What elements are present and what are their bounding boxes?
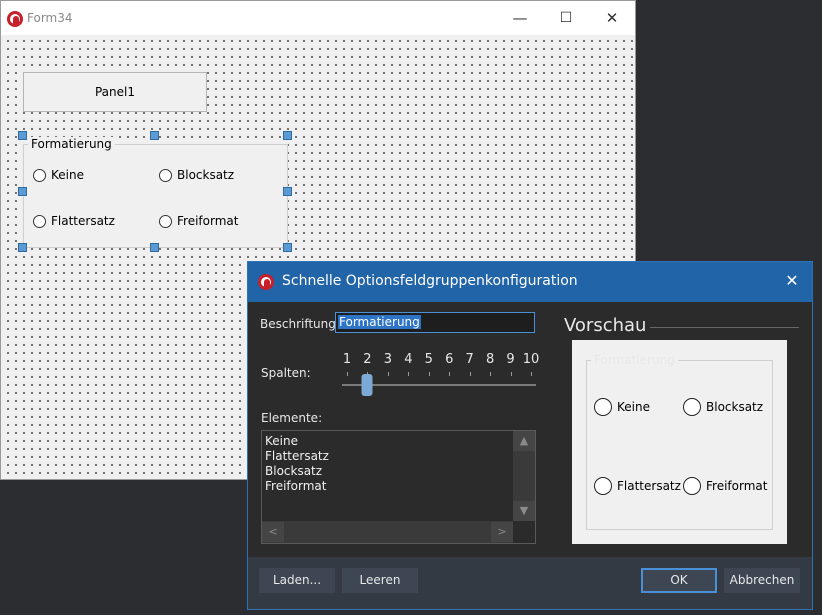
- list-item[interactable]: Keine: [262, 434, 329, 449]
- clear-button[interactable]: Leeren: [342, 568, 418, 593]
- columns-slider-thumb[interactable]: [361, 374, 373, 396]
- columns-scale-number: 2: [363, 352, 372, 367]
- radio-group-formatierung[interactable]: Formatierung Keine Blocksatz Flattersatz…: [23, 137, 288, 248]
- preview-heading: Vorschau: [564, 315, 647, 336]
- columns-tick: [469, 372, 471, 376]
- columns-scale: 1 2 3 4 5 6 7 8 9 10: [342, 352, 539, 368]
- elements-label: Elemente:: [261, 411, 323, 425]
- columns-scale-number: 4: [404, 352, 413, 367]
- resize-handle-bottom-right[interactable]: [283, 243, 292, 252]
- preview-option-freiformat: Freiformat: [683, 477, 767, 495]
- columns-tick: [428, 372, 430, 376]
- resize-handle-right[interactable]: [283, 187, 292, 196]
- cancel-button[interactable]: Abbrechen: [724, 568, 800, 593]
- columns-tick: [510, 372, 512, 376]
- form-titlebar[interactable]: Form34 — ☐ ✕: [1, 1, 635, 35]
- dialog-footer: Laden... Leeren OK Abbrechen: [248, 557, 812, 609]
- radio-label: Keine: [51, 168, 84, 182]
- radio-label: Freiformat: [706, 479, 768, 493]
- columns-scale-number: 6: [445, 352, 454, 367]
- radio-circle-icon: [33, 168, 46, 182]
- resize-handle-bottom-left[interactable]: [18, 243, 27, 252]
- columns-scale-number: 8: [485, 352, 495, 367]
- radio-circle-icon: [594, 398, 612, 416]
- radio-circle-icon: [683, 398, 701, 416]
- app-logo-icon: [7, 11, 23, 27]
- elements-listbox[interactable]: Keine Flattersatz Blocksatz Freiformat ▲…: [261, 430, 536, 544]
- preview-option-flattersatz: Flattersatz: [594, 477, 681, 495]
- caption-input-value: Formatierung: [338, 315, 421, 329]
- radio-circle-icon: [159, 168, 172, 182]
- resize-handle-bottom[interactable]: [150, 243, 159, 252]
- resize-handle-top[interactable]: [150, 131, 159, 140]
- radio-group-config-dialog: Schnelle Optionsfeldgruppenkonfiguration…: [247, 261, 813, 610]
- caption-label: Beschriftung:: [260, 317, 340, 331]
- columns-scale-number: 1: [342, 352, 352, 367]
- list-item[interactable]: Freiformat: [262, 479, 329, 494]
- dialog-titlebar[interactable]: Schnelle Optionsfeldgruppenkonfiguration…: [248, 262, 812, 302]
- dialog-title: Schnelle Optionsfeldgruppenkonfiguration: [282, 273, 578, 289]
- columns-tick: [347, 372, 348, 376]
- columns-tick: [490, 372, 492, 376]
- radio-label: Freiformat: [177, 214, 239, 228]
- caption-input[interactable]: Formatierung: [335, 312, 535, 333]
- columns-scale-number: 7: [465, 352, 474, 367]
- form-title: Form34: [27, 11, 73, 25]
- list-item[interactable]: Flattersatz: [262, 449, 329, 464]
- radio-circle-icon: [33, 214, 46, 228]
- minimize-button[interactable]: —: [497, 1, 543, 35]
- maximize-button[interactable]: ☐: [543, 1, 589, 35]
- panel1[interactable]: Panel1: [23, 72, 207, 112]
- preview-option-keine: Keine: [594, 398, 650, 416]
- list-item[interactable]: Blocksatz: [262, 464, 329, 479]
- columns-tick: [531, 372, 532, 376]
- radio-option-freiformat[interactable]: Freiformat: [159, 214, 238, 228]
- preview-radio-group: Formatierung Keine Blocksatz Flattersatz…: [586, 353, 773, 530]
- scroll-down-icon[interactable]: ▼: [513, 501, 535, 521]
- columns-scale-number: 9: [506, 352, 515, 367]
- vertical-scrollbar[interactable]: ▲ ▼: [513, 431, 535, 521]
- resize-handle-left[interactable]: [18, 187, 27, 196]
- radio-circle-icon: [159, 214, 172, 228]
- preview-divider: [650, 327, 799, 328]
- columns-scale-number: 5: [424, 352, 433, 367]
- scroll-up-icon[interactable]: ▲: [513, 431, 535, 451]
- radio-circle-icon: [594, 477, 612, 495]
- preview-option-blocksatz: Blocksatz: [683, 398, 763, 416]
- radio-option-flattersatz[interactable]: Flattersatz: [33, 214, 115, 228]
- radio-option-blocksatz[interactable]: Blocksatz: [159, 168, 234, 182]
- app-logo-icon: [258, 274, 274, 290]
- scroll-left-icon[interactable]: <: [262, 522, 284, 542]
- preview-panel: Formatierung Keine Blocksatz Flattersatz…: [572, 340, 787, 544]
- columns-tick: [387, 372, 389, 376]
- columns-tick: [449, 372, 451, 376]
- radio-label: Flattersatz: [51, 214, 115, 228]
- columns-tick: [408, 372, 410, 376]
- radio-label: Blocksatz: [706, 400, 764, 414]
- group-caption: Formatierung: [28, 137, 115, 151]
- dialog-close-button[interactable]: ✕: [772, 262, 812, 302]
- radio-label: Blocksatz: [177, 168, 235, 182]
- resize-handle-top-right[interactable]: [283, 131, 292, 140]
- columns-scale-number: 10: [522, 352, 540, 367]
- radio-label: Keine: [617, 400, 650, 414]
- close-button[interactable]: ✕: [589, 1, 635, 35]
- horizontal-scrollbar[interactable]: < >: [262, 521, 513, 543]
- resize-handle-top-left[interactable]: [18, 131, 27, 140]
- radio-option-keine[interactable]: Keine: [33, 168, 84, 182]
- load-button[interactable]: Laden...: [259, 568, 335, 593]
- ok-button[interactable]: OK: [641, 568, 717, 593]
- preview-group-caption: Formatierung: [591, 353, 678, 367]
- radio-circle-icon: [683, 477, 701, 495]
- radio-label: Flattersatz: [617, 479, 681, 493]
- scroll-right-icon[interactable]: >: [491, 522, 513, 542]
- columns-label: Spalten:: [261, 366, 311, 380]
- columns-scale-number: 3: [383, 352, 393, 367]
